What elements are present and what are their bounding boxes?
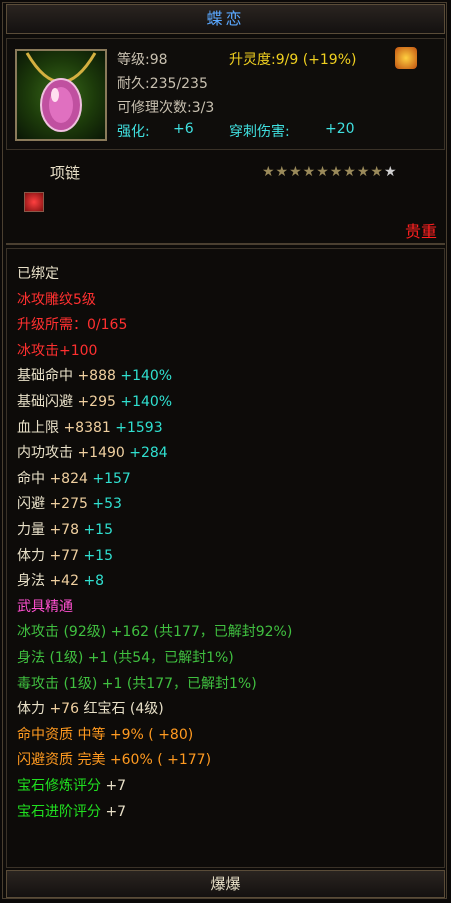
attribute-part: +78 (45, 522, 79, 538)
attribute-line: 冰攻击 (92级) +162 (共177，已解封92%) (17, 624, 293, 641)
enhance-value: +6 (173, 121, 194, 137)
attribute-part: +7 (101, 803, 127, 820)
attribute-part: 完美 (73, 752, 106, 769)
attribute-part: 宝石进阶评分 (17, 803, 101, 820)
attribute-part: 力量 (17, 522, 45, 538)
filled-stars-icon: ★★★★★★★★★ (262, 164, 384, 180)
attribute-part: 基础命中 (17, 368, 73, 385)
spirit-level: 升灵度:9/9 (+19%) (229, 52, 357, 68)
rarity-label: 贵重 (404, 222, 437, 241)
attribute-part: +7 (101, 778, 127, 794)
attribute-line: 身法 +42 +8 (17, 570, 104, 590)
item-header: 等级:98 升灵度:9/9 (+19%) 耐久:235/235 可修理次数:3/… (6, 38, 445, 150)
attribute-part: 基础闪避 (17, 394, 73, 410)
attribute-part: 红宝石 (4级) (83, 701, 164, 718)
attribute-line: 已绑定 (17, 266, 59, 282)
attribute-part: 身法 (17, 573, 45, 590)
attribute-part: 命中 (17, 470, 45, 487)
attribute-part: +42 (45, 573, 79, 590)
attribute-line: 冰攻雕纹5级 (17, 291, 96, 308)
attribute-part: 体力 (17, 547, 45, 564)
pierce-label: 穿刺伤害: (229, 124, 290, 140)
item-name: 蝶恋 (206, 9, 245, 28)
attribute-line: 基础命中 +888 +140% (17, 365, 172, 385)
attribute-line: 命中 +824 +157 (17, 468, 131, 488)
attribute-part: +8381 (59, 419, 111, 436)
attribute-part: 内功攻击 (17, 445, 73, 462)
attribute-part: +77 (45, 547, 79, 564)
attribute-part: 中等 (73, 726, 106, 743)
repair-count: 可修理次数:3/3 (117, 100, 215, 116)
attribute-part: +824 (45, 470, 88, 487)
attribute-part: +140% (115, 368, 173, 385)
attribute-part: +15 (79, 522, 113, 538)
attribute-part: +140% (115, 394, 173, 410)
necklace-icon (15, 49, 107, 141)
item-name-title: 蝶恋 (6, 4, 445, 34)
attribute-part: +8 (79, 573, 105, 590)
item-type: 项链 (50, 164, 81, 182)
durability: 耐久:235/235 (117, 76, 208, 92)
attribute-line: 毒攻击 (1级) +1 (共177，已解封1%) (17, 675, 257, 692)
attribute-line: 力量 +78 +15 (17, 519, 113, 539)
attribute-line: 闪避资质 完美 +60% ( +177) (17, 749, 211, 769)
attribute-line: 命中资质 中等 +9% ( +80) (17, 724, 193, 744)
pierce-value: +20 (325, 121, 355, 137)
attribute-line: 体力 +77 +15 (17, 545, 113, 565)
attribute-line: 闪避 +275 +53 (17, 493, 122, 513)
attribute-line: 宝石进阶评分 +7 (17, 801, 126, 821)
owner-bar: 爆爆 (6, 870, 445, 898)
attribute-part: 血上限 (17, 419, 59, 436)
attribute-line: 武具精通 (17, 598, 73, 615)
attribute-line: 升级所需：0/165 (17, 317, 128, 334)
attribute-part: +60% ( +177) (105, 752, 212, 769)
star-rating: ★★★★★★★★★★ (262, 164, 398, 180)
divider (6, 243, 445, 245)
attribute-line: 冰攻击+100 (17, 342, 98, 359)
attribute-part: +157 (87, 470, 131, 487)
enhance-label: 强化: (117, 124, 150, 140)
empty-star-icon: ★ (383, 164, 398, 180)
attribute-part: +295 (73, 394, 116, 410)
attribute-part: +275 (45, 496, 88, 513)
attribute-list: 已绑定冰攻雕纹5级升级所需：0/165 冰攻击+100 基础命中 +888 +140… (6, 248, 445, 868)
attribute-part: +888 (73, 368, 116, 385)
attribute-part: +76 (45, 701, 84, 718)
attribute-part: 体力 (17, 701, 45, 718)
attribute-part: 宝石修炼评分 (17, 778, 101, 794)
attribute-line: 体力 +76 红宝石 (4级) (17, 698, 164, 718)
attribute-part: +9% ( +80) (105, 726, 194, 743)
spirit-wing-icon (395, 47, 417, 69)
attribute-part: +1593 (110, 419, 163, 436)
item-level: 等级:98 (117, 52, 168, 68)
attribute-line: 身法 (1级) +1 (共54，已解封1%) (17, 650, 234, 666)
attribute-part: +53 (87, 496, 122, 513)
attribute-line: 基础闪避 +295 +140% (17, 391, 172, 411)
attribute-part: 命中资质 (17, 726, 73, 743)
attribute-part: +15 (79, 547, 113, 564)
attribute-part: +1490 (73, 445, 125, 462)
attribute-part: 闪避 (17, 496, 45, 513)
attribute-line: 宝石修炼评分 +7 (17, 775, 126, 795)
attribute-line: 内功攻击 +1490 +284 (17, 442, 168, 462)
attribute-part: +284 (124, 445, 168, 462)
owner-name: 爆爆 (210, 875, 241, 893)
attribute-part: 闪避资质 (17, 752, 73, 769)
gem-slot-icon (24, 192, 44, 212)
attribute-line: 血上限 +8381 +1593 (17, 417, 163, 437)
